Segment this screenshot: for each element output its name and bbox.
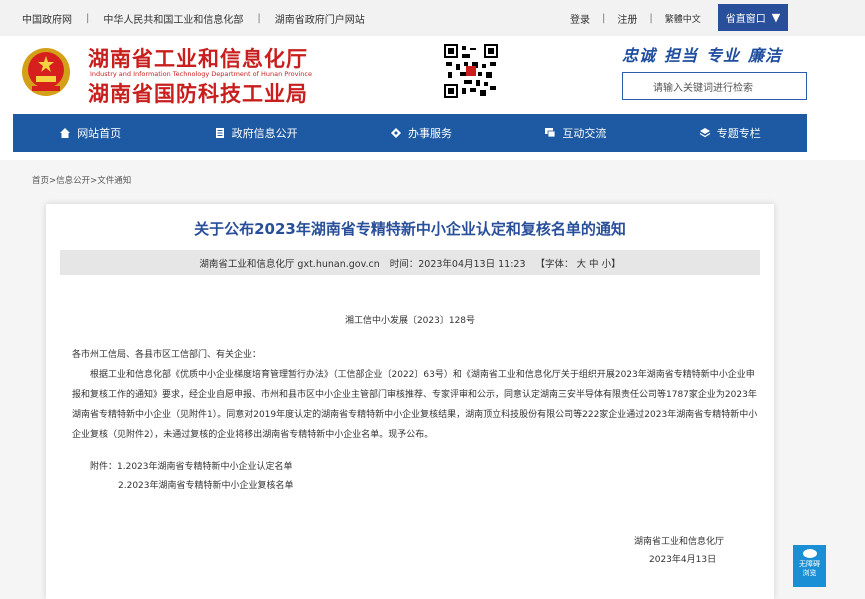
traditional-chinese-link[interactable]: 繁體中文 xyxy=(665,12,701,25)
nav-label: 办事服务 xyxy=(407,127,452,140)
signature-date: 2023年4月13日 xyxy=(649,555,717,565)
nav-item-topics[interactable]: 专题专栏 xyxy=(699,125,761,141)
login-link[interactable]: 登录 xyxy=(570,11,590,26)
accessibility-label-1: 无障碍 xyxy=(799,560,820,568)
slogan-word: 忠诚 xyxy=(622,46,657,65)
nav-item-gov-info[interactable]: 政府信息公开 xyxy=(214,125,298,141)
site-title-cn: 湖南省工业和信息化厅 xyxy=(88,47,308,71)
top-utility-bar: 中国政府网 | 中华人民共和国工业和信息化部 | 湖南省政府门户网站 登录 | … xyxy=(0,0,865,36)
link-gov-cn[interactable]: 中国政府网 xyxy=(22,11,72,26)
document-icon xyxy=(215,128,224,138)
divider: | xyxy=(649,12,653,24)
divider: | xyxy=(602,12,606,24)
slogan: 忠诚 担当 专业 廉洁 xyxy=(622,42,790,66)
nav-label: 专题专栏 xyxy=(716,127,761,140)
link-hunan-gov[interactable]: 湖南省政府门户网站 xyxy=(275,11,365,26)
nav-label: 互动交流 xyxy=(562,127,607,140)
main-navigation: 网站首页 政府信息公开 办事服务 互动交流 专题专栏 xyxy=(13,114,807,152)
search-placeholder: 请输入关键词进行检索 xyxy=(653,82,753,94)
slogan-word: 担当 xyxy=(664,46,699,65)
caret-down-icon: ▼ xyxy=(771,11,781,24)
site-subtitle-cn: 湖南省国防科技工业局 xyxy=(88,82,308,106)
breadcrumb[interactable]: 首页>信息公开>文件通知 xyxy=(32,174,131,186)
article-body-text: 根据工业和信息化部《优质中小企业梯度培育管理暂行办法》（工信部企业〔2022〕6… xyxy=(72,370,758,440)
search-input[interactable]: 请输入关键词进行检索 xyxy=(622,72,807,100)
home-icon xyxy=(60,128,71,138)
nav-label: 政府信息公开 xyxy=(231,127,298,140)
divider: | xyxy=(86,12,90,24)
accessibility-label-2: 浏览 xyxy=(802,569,817,577)
national-emblem-icon xyxy=(22,48,70,96)
link-miit[interactable]: 中华人民共和国工业和信息化部 xyxy=(103,11,243,26)
nav-item-home[interactable]: 网站首页 xyxy=(59,125,121,141)
layers-icon xyxy=(699,128,711,138)
attachment-link-1[interactable]: 附件：1.2023年湖南省专精特新中小企业认定名单 xyxy=(90,457,293,477)
nav-label: 网站首页 xyxy=(77,127,122,140)
province-window-button[interactable]: 省直窗口 ▼ xyxy=(718,4,788,31)
font-size-switcher[interactable]: 【字体： 大 中 小】 xyxy=(536,256,621,270)
article-meta: 湖南省工业和信息化厅 gxt.hunan.gov.cn 时间：2023年04月1… xyxy=(60,250,760,275)
province-window-label: 省直窗口 xyxy=(725,14,766,25)
site-title-en: Industry and Information Technology Depa… xyxy=(90,70,312,78)
accessibility-button[interactable]: 无障碍 浏览 xyxy=(793,545,826,587)
document-number: 湘工信中小发展〔2023〕128号 xyxy=(344,316,476,326)
qr-code-icon xyxy=(444,44,498,98)
article-title: 关于公布2023年湖南省专精特新中小企业认定和复核名单的通知 xyxy=(194,220,626,238)
meta-time: 时间：2023年04月13日 11:23 xyxy=(389,258,526,270)
divider: | xyxy=(257,12,261,24)
service-icon xyxy=(390,128,401,138)
signature-org: 湖南省工业和信息化厅 xyxy=(634,537,725,547)
nav-item-services[interactable]: 办事服务 xyxy=(390,125,452,141)
external-links: 中国政府网 | 中华人民共和国工业和信息化部 | 湖南省政府门户网站 xyxy=(22,0,365,36)
accessibility-icon xyxy=(802,549,817,558)
nav-item-interaction[interactable]: 互动交流 xyxy=(544,125,606,141)
attachment-link-2[interactable]: 2.2023年湖南省专精特新中小企业复核名单 xyxy=(118,476,294,496)
meta-source: 湖南省工业和信息化厅 gxt.hunan.gov.cn xyxy=(199,258,380,270)
slogan-word: 专业 xyxy=(706,46,741,65)
article-body: 根据工业和信息化部《优质中小企业梯度培育管理暂行办法》（工信部企业〔2022〕6… xyxy=(72,365,762,445)
chat-icon xyxy=(545,128,556,138)
register-link[interactable]: 注册 xyxy=(617,11,637,26)
salutation: 各市州工信局、各县市区工信部门、有关企业： xyxy=(72,350,262,360)
slogan-word: 廉洁 xyxy=(748,46,783,65)
user-links: 登录 | 注册 | 繁體中文 xyxy=(570,0,701,36)
